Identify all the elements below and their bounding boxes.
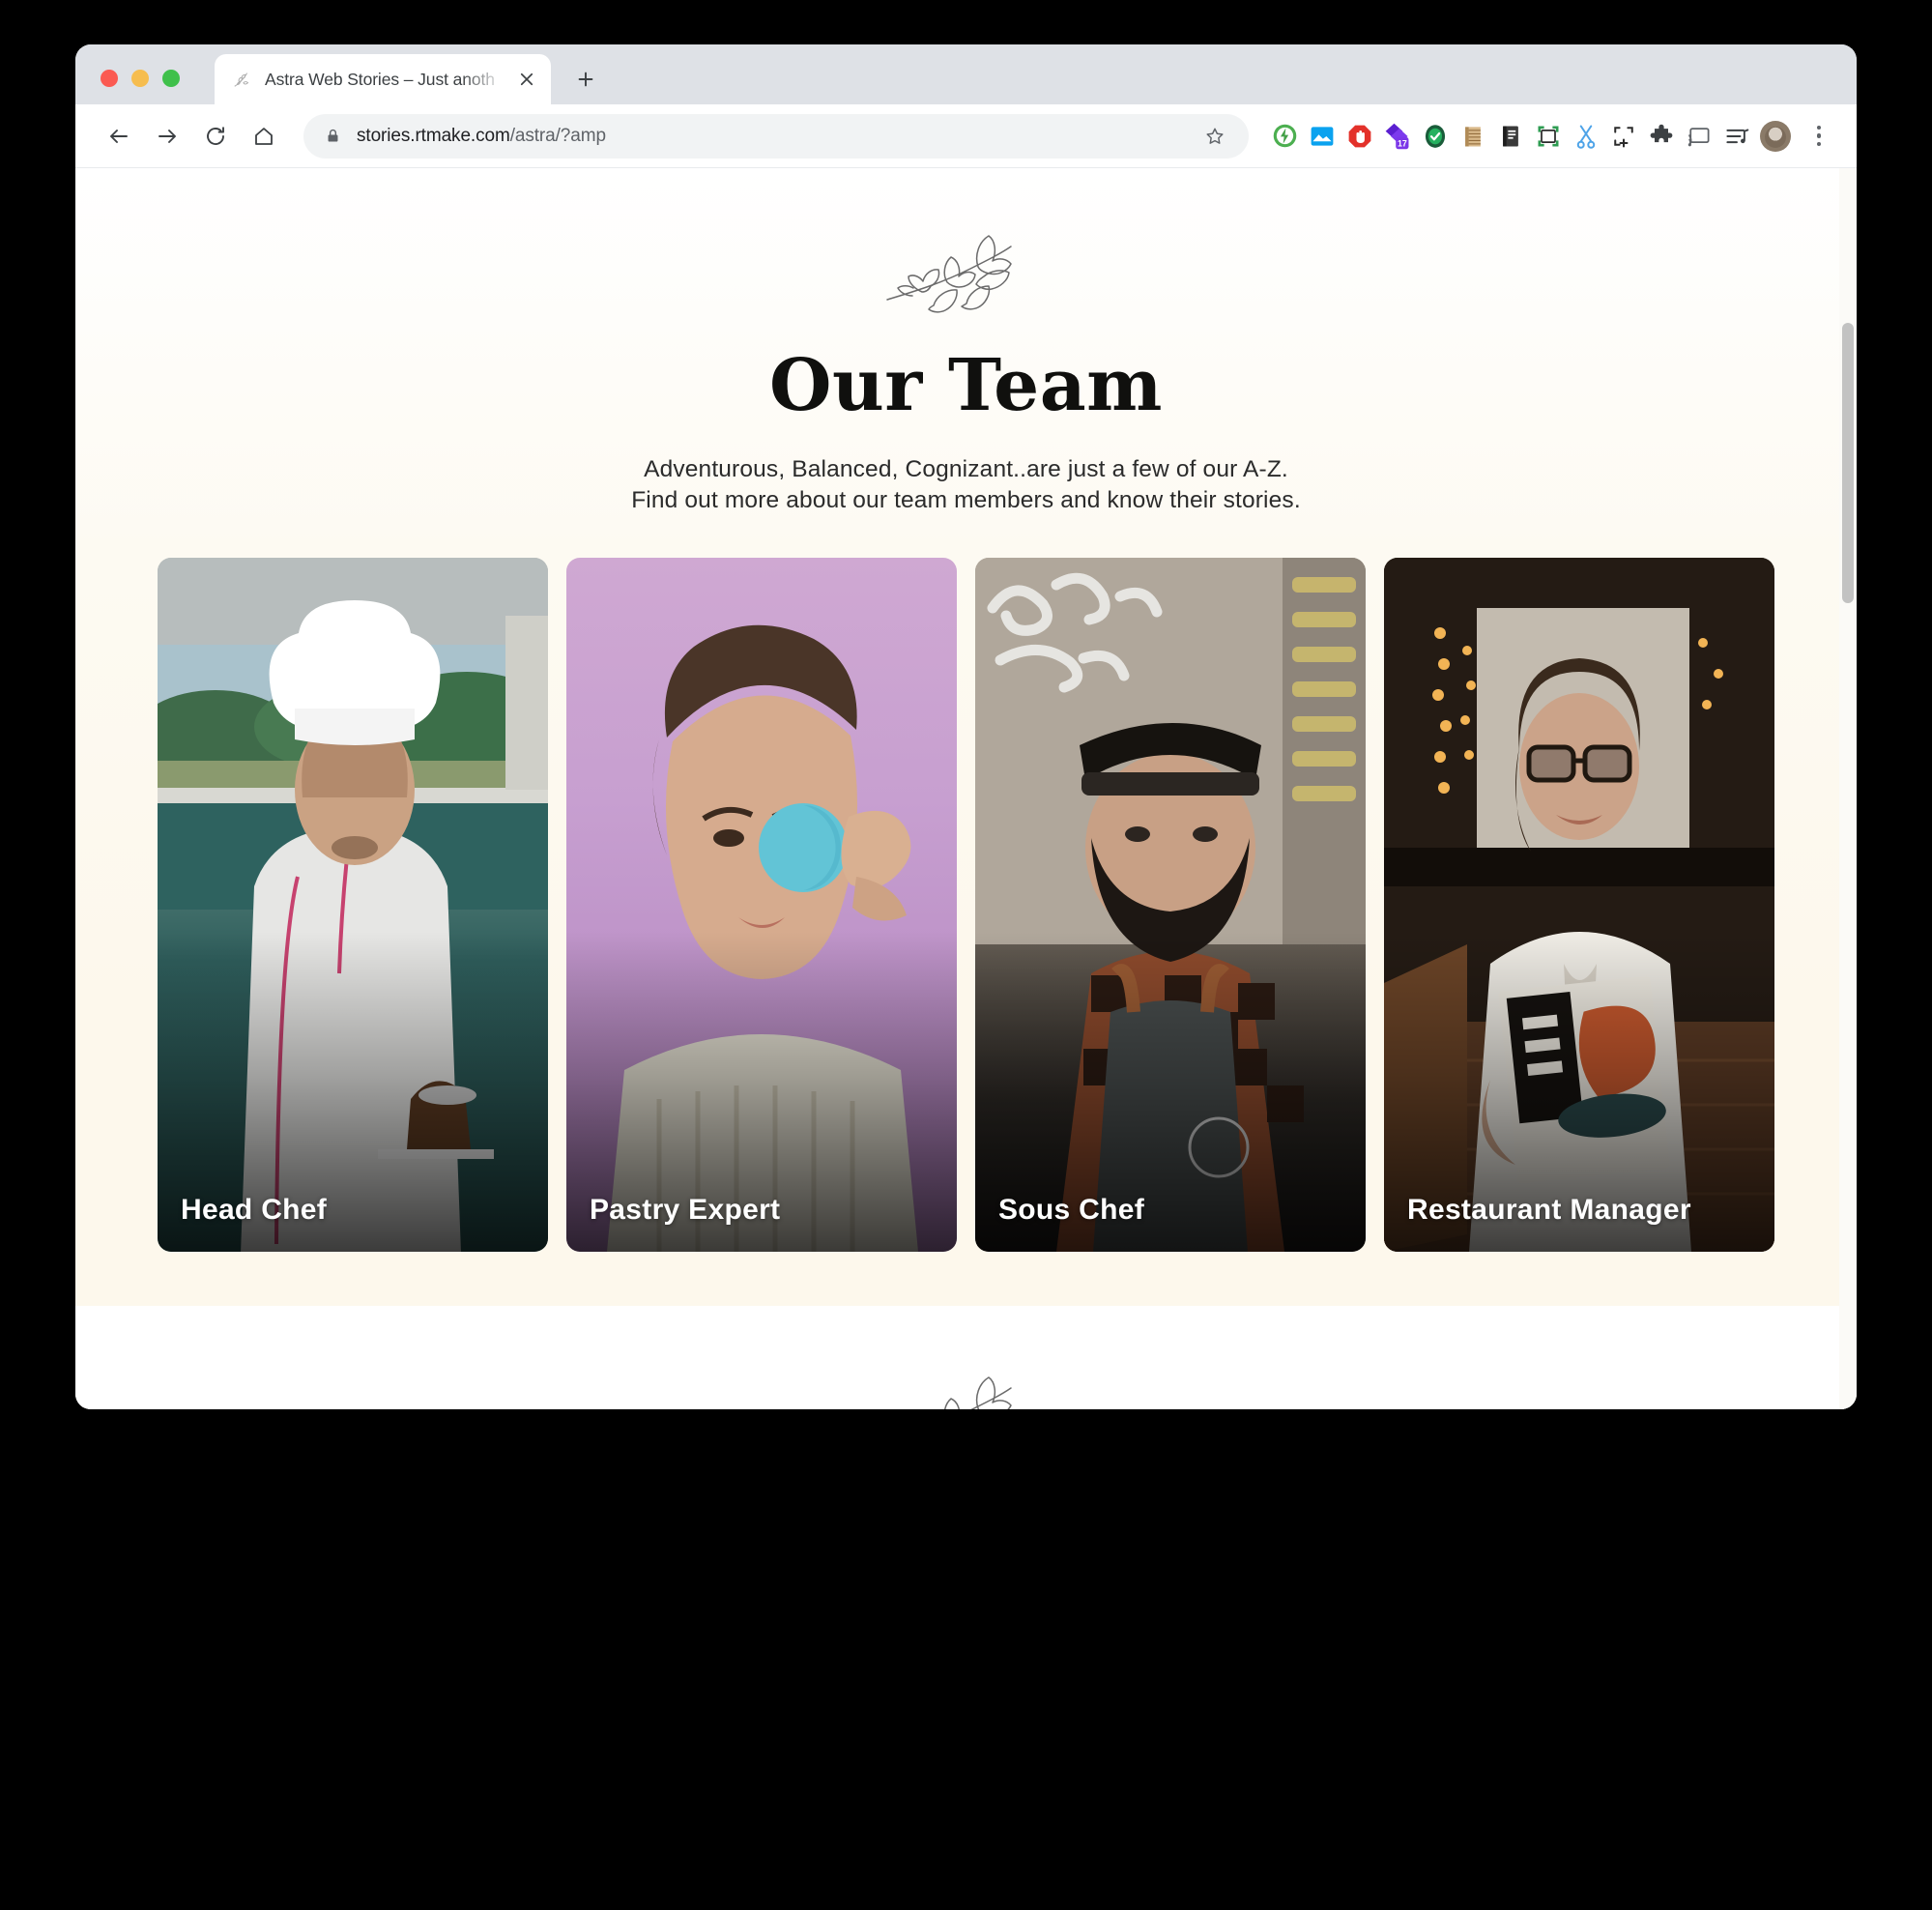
team-subtitle: Adventurous, Balanced, Cognizant..are ju… — [75, 454, 1857, 517]
url-domain: stories.rtmake.com — [357, 125, 510, 146]
playlist-music-icon[interactable] — [1722, 122, 1751, 151]
browser-toolbar: stories.rtmake.com/astra/?amp 17 — [75, 104, 1857, 168]
team-card-label: Pastry Expert — [590, 1193, 781, 1226]
team-card[interactable]: Restaurant Manager — [1384, 557, 1774, 1252]
crop-add-icon[interactable] — [1609, 122, 1638, 151]
new-tab-button[interactable] — [564, 58, 607, 101]
red-adblock-stop-icon[interactable] — [1345, 122, 1374, 151]
team-card-grid: Head Chef Pastry Expert Sous Chef Restau… — [75, 557, 1857, 1252]
bookmark-star-icon[interactable] — [1198, 120, 1231, 153]
team-subtitle-line-1: Adventurous, Balanced, Cognizant..are ju… — [644, 456, 1288, 482]
our-team-section: Our Team Adventurous, Balanced, Cognizan… — [75, 168, 1857, 1306]
lock-icon — [325, 128, 341, 144]
team-card-label: Head Chef — [181, 1193, 328, 1226]
profile-avatar-icon[interactable] — [1760, 120, 1791, 152]
team-card[interactable]: Head Chef — [158, 557, 548, 1252]
three-dot-menu-icon[interactable] — [1802, 120, 1835, 153]
page-viewport: Our Team Adventurous, Balanced, Cognizan… — [75, 168, 1857, 1409]
green-fullpage-capture-icon[interactable] — [1534, 122, 1563, 151]
back-arrow-icon[interactable] — [97, 114, 141, 159]
green-speed-dial-icon[interactable] — [1270, 122, 1299, 151]
dark-reader-book-icon[interactable] — [1496, 122, 1525, 151]
maximize-window-button[interactable] — [162, 70, 180, 87]
team-card-label: Sous Chef — [998, 1193, 1145, 1226]
tab-title: Astra Web Stories – Just anoth — [265, 69, 495, 89]
purple-diamond-stack-icon[interactable]: 17 — [1383, 122, 1412, 151]
leaf-branch-ornament-icon — [885, 235, 1012, 313]
leaf-sketch-icon — [232, 69, 253, 90]
team-card[interactable]: Sous Chef — [975, 557, 1366, 1252]
close-icon[interactable] — [516, 69, 537, 90]
tab-strip: Astra Web Stories – Just anoth — [75, 44, 1857, 104]
cast-icon[interactable] — [1685, 122, 1714, 151]
blue-scissors-icon[interactable] — [1572, 122, 1600, 151]
team-card[interactable]: Pastry Expert — [566, 557, 957, 1252]
home-icon[interactable] — [242, 114, 286, 159]
puzzle-piece-extensions-icon[interactable] — [1647, 122, 1676, 151]
url-text: stories.rtmake.com/astra/?amp — [357, 126, 1183, 147]
close-window-button[interactable] — [101, 70, 118, 87]
address-bar[interactable]: stories.rtmake.com/astra/?amp — [303, 113, 1249, 159]
scrollbar-thumb[interactable] — [1842, 323, 1854, 603]
forward-arrow-icon[interactable] — [145, 114, 189, 159]
svg-text:17: 17 — [1398, 138, 1407, 148]
web-page-content: Our Team Adventurous, Balanced, Cognizan… — [75, 168, 1857, 1409]
team-subtitle-line-2: Find out more about our team members and… — [631, 487, 1301, 514]
url-path: /astra/?amp — [509, 125, 606, 146]
browser-window: Astra Web Stories – Just anoth stories.r… — [75, 44, 1857, 1409]
browser-tab[interactable]: Astra Web Stories – Just anoth — [215, 54, 551, 104]
our-menu-section: Our Menu Quality Ingredients, Tasty Meal… — [75, 1305, 1857, 1409]
team-card-label: Restaurant Manager — [1407, 1193, 1691, 1226]
page-title: Our Team — [769, 344, 1163, 427]
leaf-branch-ornament-icon — [943, 1375, 1012, 1409]
page-scrollbar[interactable] — [1839, 168, 1857, 1409]
minimize-window-button[interactable] — [131, 70, 149, 87]
window-traffic-lights — [101, 70, 180, 87]
extensions-row: 17 — [1264, 120, 1791, 152]
reload-icon[interactable] — [193, 114, 238, 159]
wooden-blinds-icon[interactable] — [1458, 122, 1487, 151]
blue-image-download-icon[interactable] — [1308, 122, 1337, 151]
green-check-shield-icon[interactable] — [1421, 122, 1450, 151]
